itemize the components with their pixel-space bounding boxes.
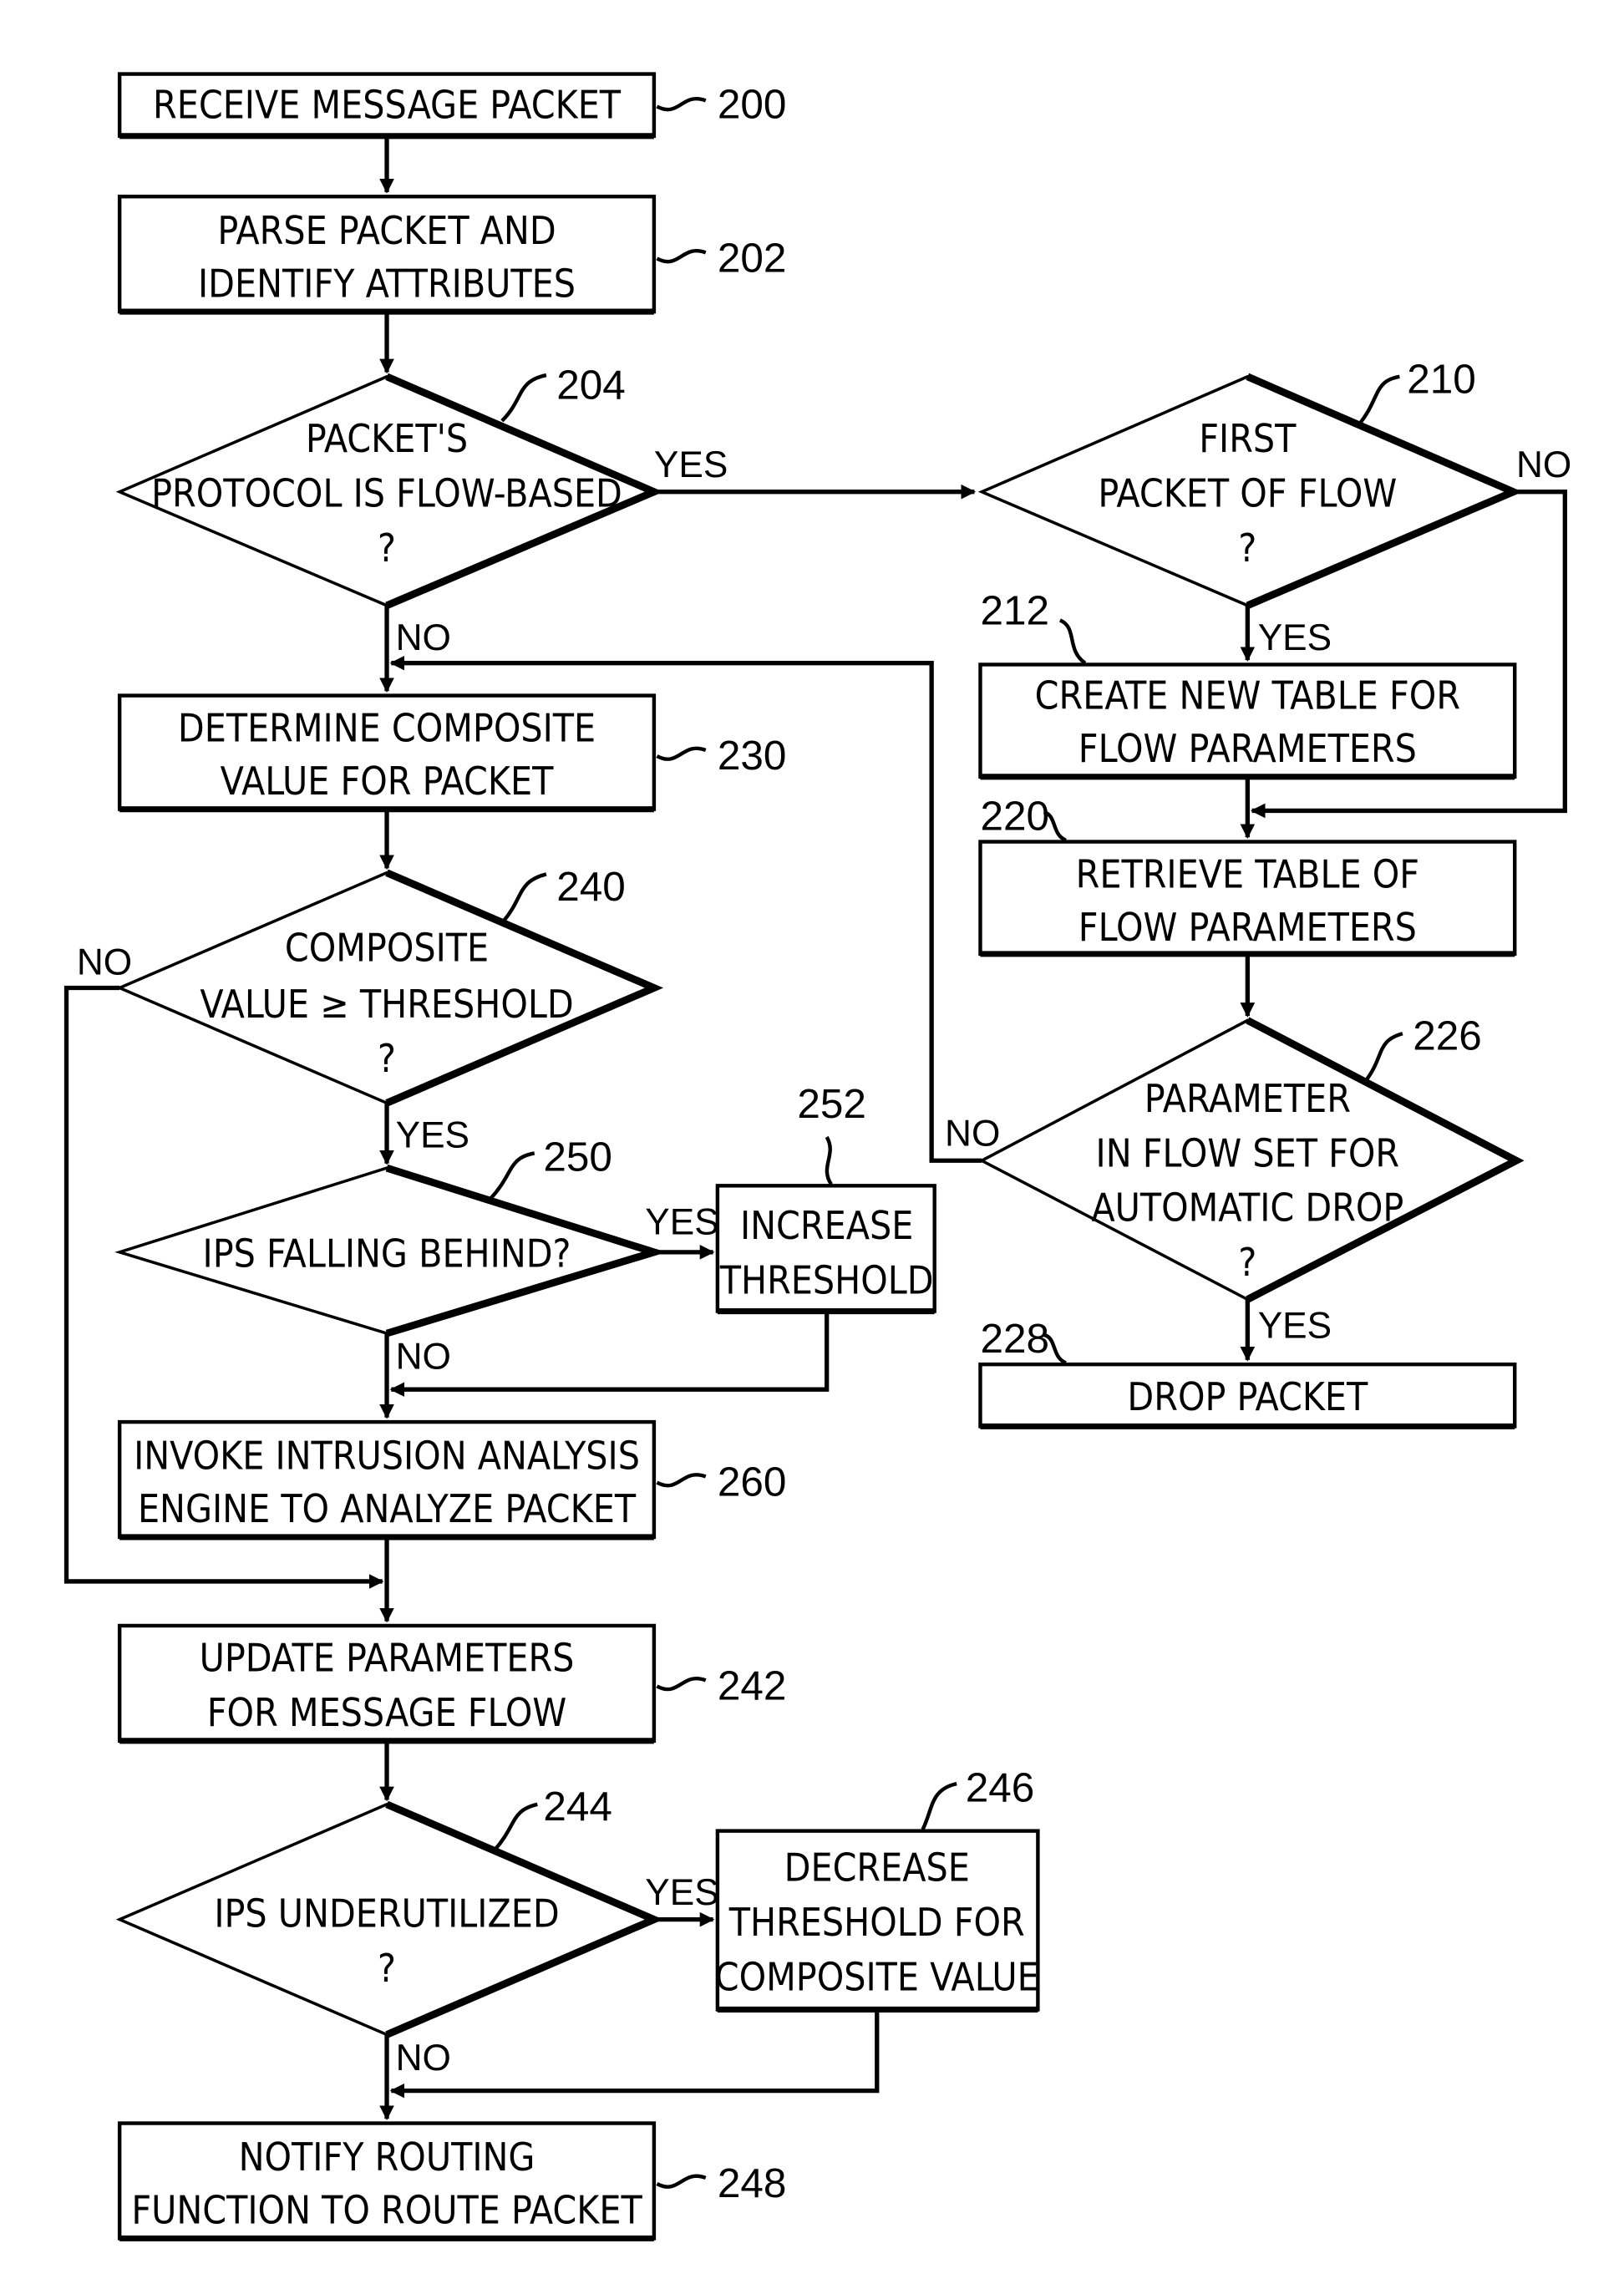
label-250-yes: YES (645, 1202, 718, 1243)
step-260-line-2: ENGINE TO ANALYZE PACKET (138, 1486, 637, 1531)
decision-240-line-1: COMPOSITE (285, 926, 489, 971)
ref-210: 210 (1407, 356, 1476, 402)
arrow-252-260 (389, 1312, 830, 1398)
label-244-yes: YES (645, 1872, 718, 1913)
step-248-line-2: FUNCTION TO ROUTE PACKET (131, 2188, 642, 2233)
label-226-no: NO (945, 1114, 1000, 1155)
step-230-line-1: DETERMINE COMPOSITE (178, 705, 596, 750)
step-242-update-parameters: UPDATE PARAMETERS FOR MESSAGE FLOW 242 (117, 1623, 787, 1744)
decision-204-line-3: ? (378, 525, 396, 571)
label-204-yes: YES (654, 444, 728, 485)
ref-220: 220 (980, 793, 1049, 839)
decision-226-line-4: ? (1238, 1240, 1256, 1285)
label-210-yes: YES (1258, 617, 1332, 658)
step-220-line-1: RETRIEVE TABLE OF (1076, 851, 1419, 896)
decision-244-ips-underutilized: IPS UNDERUTILIZED ? 244 (115, 1784, 664, 2038)
ref-204: 204 (556, 362, 626, 408)
ref-212: 212 (980, 588, 1049, 634)
step-228-text: DROP PACKET (1127, 1374, 1368, 1419)
decision-204-line-2: PROTOCOL IS FLOW-BASED (151, 470, 622, 515)
decision-244-line-1: IPS UNDERUTILIZED (214, 1891, 559, 1936)
ref-228: 228 (980, 1316, 1049, 1362)
label-210-no: NO (1516, 444, 1571, 485)
flowchart: RECEIVE MESSAGE PACKET 200 PARSE PACKET … (63, 72, 1571, 2241)
ref-252: 252 (797, 1081, 866, 1127)
decision-240-line-2: VALUE ≥ THRESHOLD (200, 982, 573, 1027)
label-244-no: NO (396, 2038, 451, 2079)
step-260-invoke-intrusion-analysis: INVOKE INTRUSION ANALYSIS ENGINE TO ANAL… (117, 1419, 787, 1541)
decision-226-automatic-drop: PARAMETER IN FLOW SET FOR AUTOMATIC DROP… (978, 1013, 1525, 1303)
step-246-decrease-threshold: DECREASE THRESHOLD FOR COMPOSITE VALUE 2… (715, 1764, 1040, 2013)
decision-226-line-2: IN FLOW SET FOR (1096, 1130, 1400, 1175)
step-202-parse-packet: PARSE PACKET AND IDENTIFY ATTRIBUTES 202 (117, 195, 787, 315)
arrow-246-248 (389, 2011, 880, 2099)
step-248-line-1: NOTIFY ROUTING (239, 2134, 535, 2180)
decision-204-flow-based: PACKET'S PROTOCOL IS FLOW-BASED ? 204 (115, 362, 664, 609)
ref-202: 202 (718, 235, 787, 281)
ref-244: 244 (543, 1784, 612, 1830)
step-252-line-1: INCREASE (740, 1203, 913, 1248)
ref-260: 260 (718, 1459, 787, 1505)
step-220-line-2: FLOW PARAMETERS (1078, 905, 1417, 950)
ref-230: 230 (718, 733, 787, 779)
label-250-no: NO (396, 1336, 451, 1377)
decision-210-first-packet: FIRST PACKET OF FLOW ? 210 (977, 356, 1523, 609)
step-252-line-2: THRESHOLD (719, 1257, 934, 1302)
step-246-line-3: COMPOSITE VALUE (715, 1954, 1039, 1999)
step-202-line-2: IDENTIFY ATTRIBUTES (198, 261, 576, 306)
ref-250: 250 (543, 1134, 612, 1180)
step-200-text: RECEIVE MESSAGE PACKET (153, 83, 622, 128)
label-240-yes: YES (396, 1114, 469, 1155)
decision-226-line-1: PARAMETER (1144, 1076, 1351, 1121)
step-246-line-1: DECREASE (784, 1845, 970, 1891)
step-246-line-2: THRESHOLD FOR (728, 1900, 1025, 1945)
step-200-receive-message-packet: RECEIVE MESSAGE PACKET 200 (117, 72, 787, 140)
decision-210-line-3: ? (1238, 525, 1256, 571)
decision-240-threshold: COMPOSITE VALUE ≥ THRESHOLD ? 240 (115, 864, 664, 1107)
decision-210-line-2: PACKET OF FLOW (1098, 470, 1397, 515)
step-212-line-2: FLOW PARAMETERS (1078, 726, 1417, 771)
step-242-line-1: UPDATE PARAMETERS (200, 1636, 575, 1681)
ref-200: 200 (718, 82, 787, 128)
step-260-line-1: INVOKE INTRUSION ANALYSIS (134, 1434, 640, 1479)
decision-226-line-3: AUTOMATIC DROP (1091, 1185, 1403, 1231)
step-248-notify-routing: NOTIFY ROUTING FUNCTION TO ROUTE PACKET … (117, 2121, 787, 2241)
step-230-line-2: VALUE FOR PACKET (221, 759, 554, 804)
ref-242: 242 (718, 1662, 787, 1708)
decision-250-ips-falling-behind: IPS FALLING BEHIND? 250 (114, 1134, 667, 1337)
label-226-yes: YES (1258, 1305, 1332, 1346)
step-212-line-1: CREATE NEW TABLE FOR (1035, 673, 1460, 718)
step-242-line-2: FOR MESSAGE FLOW (207, 1690, 567, 1735)
step-202-line-1: PARSE PACKET AND (217, 208, 556, 253)
decision-244-line-2: ? (378, 1946, 396, 1991)
decision-204-line-1: PACKET'S (306, 416, 468, 461)
ref-226: 226 (1413, 1013, 1482, 1059)
label-204-no: NO (396, 617, 451, 658)
step-230-determine-composite: DETERMINE COMPOSITE VALUE FOR PACKET 230 (117, 693, 787, 813)
decision-250-text: IPS FALLING BEHIND? (203, 1231, 571, 1277)
step-252-increase-threshold: INCREASE THRESHOLD 252 (715, 1081, 936, 1315)
ref-240: 240 (556, 864, 626, 910)
ref-246: 246 (966, 1764, 1035, 1810)
decision-210-line-1: FIRST (1199, 416, 1297, 461)
ref-248: 248 (718, 2160, 787, 2206)
decision-240-line-3: ? (378, 1036, 396, 1081)
label-240-no: NO (77, 942, 132, 983)
